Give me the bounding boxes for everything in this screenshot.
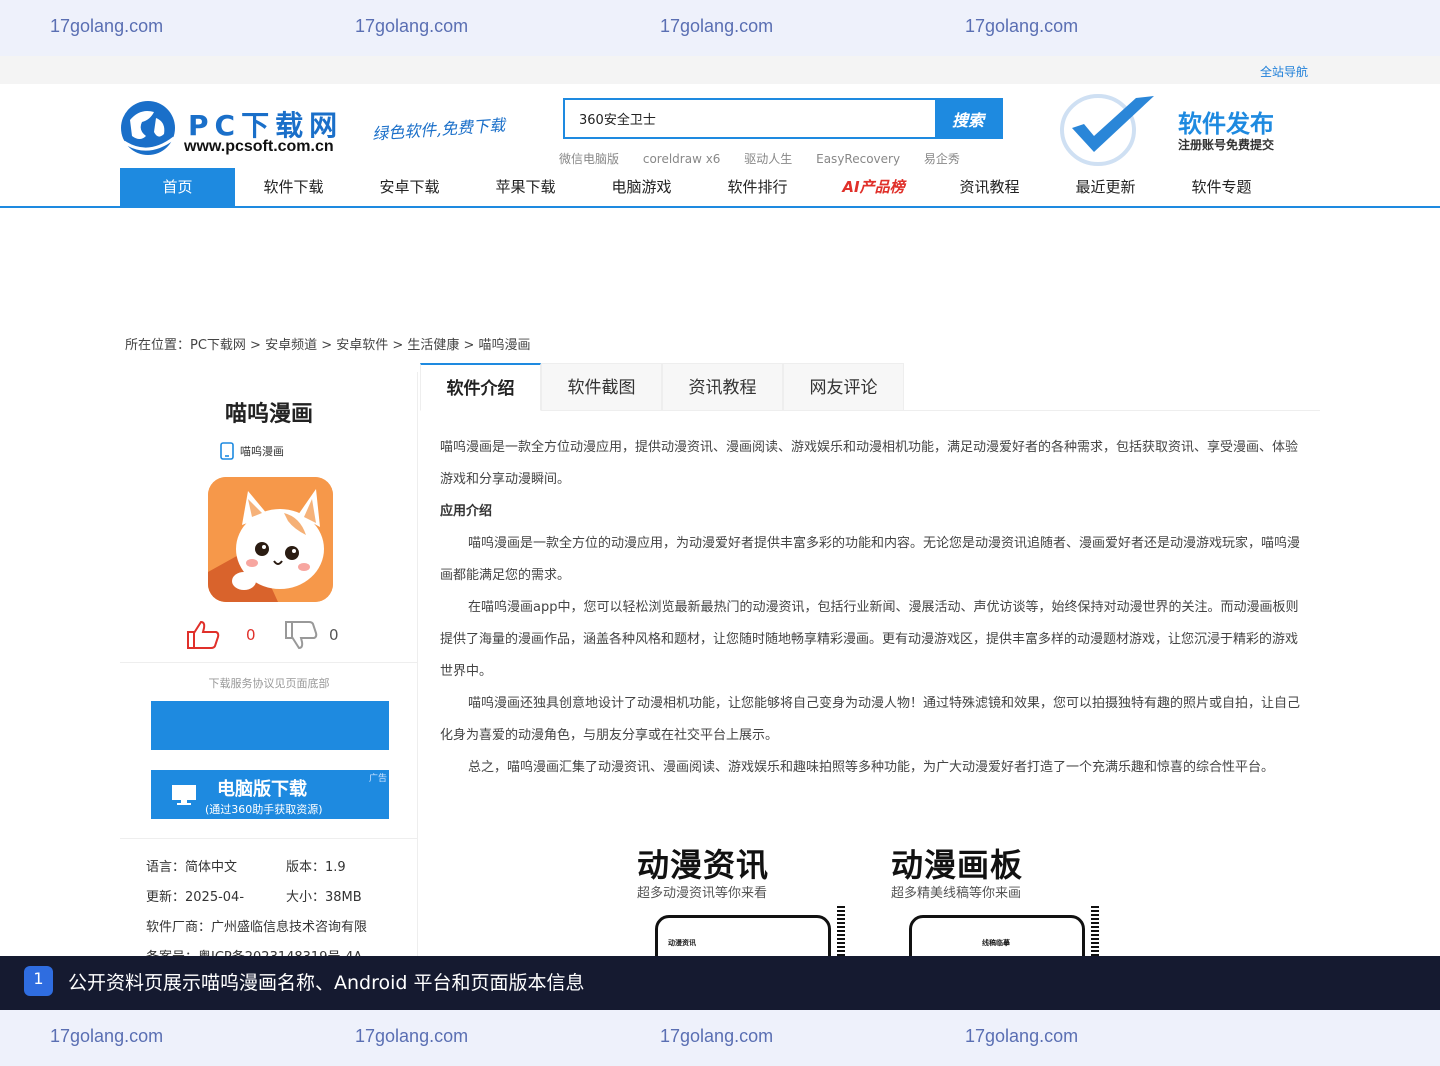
watermark-text: 17golang.com — [660, 1026, 774, 1046]
phone-screen-label: 动漫资讯 — [668, 939, 696, 947]
hot-word-link[interactable]: 驱动人生 — [744, 152, 792, 166]
tab-comments[interactable]: 网友评论 — [783, 363, 904, 411]
promo-title: 软件发布 — [1178, 110, 1274, 138]
tab-software-intro[interactable]: 软件介绍 — [420, 363, 541, 411]
download-agreement-note[interactable]: 下载服务协议见页面底部 — [120, 675, 418, 691]
watermark-bar-bottom: 17golang.com 17golang.com 17golang.com 1… — [0, 1010, 1440, 1066]
nav-android-download[interactable]: 安卓下载 — [352, 168, 467, 206]
hot-word-link[interactable]: EasyRecovery — [816, 152, 900, 166]
vote-area: 0 0 — [186, 620, 386, 652]
watermark-bar-top: 17golang.com 17golang.com 17golang.com 1… — [0, 0, 1440, 56]
search-input[interactable] — [565, 100, 935, 137]
top-strip: 全站导航 — [0, 56, 1440, 84]
nav-home[interactable]: 首页 — [120, 168, 235, 206]
nav-news-tutorials[interactable]: 资讯教程 — [932, 168, 1047, 206]
like-count: 0 — [246, 626, 256, 644]
watermark-text: 17golang.com — [50, 16, 164, 36]
nav-apple-download[interactable]: 苹果下载 — [468, 168, 583, 206]
screenshot-title: 动漫资讯 — [637, 846, 770, 884]
app-title: 喵呜漫画 — [224, 402, 313, 427]
screenshot-subtitle: 超多精美线稿等你来画 — [891, 886, 1022, 901]
thumbs-down-icon[interactable] — [284, 620, 318, 650]
dislike-count: 0 — [329, 626, 339, 644]
watermark-text: 17golang.com — [965, 1026, 1079, 1046]
phone-mockup: 动漫资讯 — [655, 915, 831, 956]
watermark-text: 17golang.com — [50, 1026, 164, 1046]
pc-download-sublabel: (通过360助手获取资源) — [205, 803, 323, 816]
android-phone-icon — [220, 442, 234, 460]
hot-word-link[interactable]: 微信电脑版 — [559, 152, 619, 166]
intro-paragraph: 喵呜漫画是一款全方位动漫应用，提供动漫资讯、漫画阅读、游戏娱乐和动漫相机功能，满… — [440, 440, 1299, 487]
nav-pc-games[interactable]: 电脑游戏 — [584, 168, 699, 206]
search-box: 搜索 — [563, 98, 1003, 139]
screenshot-card[interactable]: 动漫画板 超多精美线稿等你来画 线稿临摹 — [891, 840, 1121, 956]
description-paragraph: 喵呜漫画还独具创意地设计了动漫相机功能，让您能够将自己变身为动漫人物！通过特殊滤… — [440, 696, 1301, 743]
search-button[interactable]: 搜索 — [935, 100, 1001, 137]
site-header: PC下载网 www.pcsoft.com.cn 绿色软件,免费下载 搜索 微信电… — [0, 84, 1440, 168]
pc-download-label: 电脑版下载 — [217, 779, 307, 800]
checkmark-icon — [1060, 94, 1154, 166]
pc-download-button[interactable]: 电脑版下载 (通过360助手获取资源) 广告 — [151, 770, 389, 819]
watermark-text: 17golang.com — [965, 16, 1079, 36]
description-paragraph: 在喵呜漫画app中，您可以轻松浏览最新最热门的动漫资讯，包括行业新闻、漫展活动、… — [440, 600, 1299, 679]
nav-recent-updates[interactable]: 最近更新 — [1048, 168, 1163, 206]
software-publish-promo[interactable]: 软件发布 注册账号免费提交 — [1058, 90, 1318, 170]
logo-url: www.pcsoft.com.cn — [184, 138, 334, 155]
hot-word-link[interactable]: coreldraw x6 — [643, 152, 721, 166]
promo-subtitle: 注册账号免费提交 — [1178, 138, 1275, 152]
decorative-stripes — [1091, 904, 1099, 956]
caption-bar: 1 公开资料页展示喵呜漫画名称、Android 平台和页面版本信息 — [0, 956, 1440, 1010]
hot-words: 微信电脑版 coreldraw x6 驱动人生 EasyRecovery 易企秀 — [559, 150, 980, 167]
phone-screen-label: 线稿临摹 — [982, 939, 1010, 947]
caption-number-badge: 1 — [24, 966, 53, 996]
platform-label: 喵呜漫画 — [220, 442, 284, 460]
site-nav-link[interactable]: 全站导航 — [1260, 63, 1308, 80]
software-description: 喵呜漫画是一款全方位动漫应用，提供动漫资讯、漫画阅读、游戏娱乐和动漫相机功能，满… — [440, 432, 1300, 784]
nav-software-download[interactable]: 软件下载 — [236, 168, 351, 206]
globe-logo-icon[interactable] — [120, 98, 176, 160]
info-language: 语言：简体中文 — [146, 860, 238, 875]
cat-mascot-icon — [208, 477, 333, 602]
phone-mockup: 线稿临摹 — [909, 915, 1085, 956]
divider — [120, 838, 418, 839]
info-size: 大小：38MB — [286, 890, 362, 905]
watermark-text: 17golang.com — [355, 1026, 469, 1046]
screenshot-subtitle: 超多动漫资讯等你来看 — [637, 886, 768, 901]
nav-ai-products[interactable]: AI产品榜 — [816, 168, 931, 206]
ad-label: 广告 — [368, 774, 387, 784]
platform-text: 喵呜漫画 — [240, 445, 284, 458]
screenshot-title: 动漫画板 — [891, 846, 1024, 884]
info-updated: 更新：2025-04- — [146, 890, 245, 905]
tab-screenshots[interactable]: 软件截图 — [541, 363, 662, 411]
tab-news-tutorials[interactable]: 资讯教程 — [662, 363, 783, 411]
description-paragraph: 总之，喵呜漫画汇集了动漫资讯、漫画阅读、游戏娱乐和趣味拍照等多种功能，为广大动漫… — [468, 760, 1275, 775]
screenshot-card[interactable]: 动漫资讯 超多动漫资讯等你来看 动漫资讯 — [637, 840, 867, 956]
description-paragraph: 喵呜漫画是一款全方位的动漫应用，为动漫爱好者提供丰富多彩的功能和内容。无论您是动… — [440, 536, 1301, 583]
section-heading: 应用介绍 — [440, 504, 493, 519]
app-sidebar: 喵呜漫画 喵呜漫画 0 0 下载服务协议见页面底部 电脑版下载 (通过360助手… — [120, 372, 418, 965]
detail-tabs: 软件介绍 软件截图 资讯教程 网友评论 — [420, 363, 1320, 411]
nav-software-ranking[interactable]: 软件排行 — [700, 168, 815, 206]
nav-software-topics[interactable]: 软件专题 — [1164, 168, 1279, 206]
watermark-text: 17golang.com — [660, 16, 774, 36]
watermark-text: 17golang.com — [355, 16, 469, 36]
info-vendor: 软件厂商：广州盛临信息技术咨询有限 — [146, 920, 368, 935]
download-button[interactable] — [151, 701, 389, 750]
main-nav: 首页 软件下载 安卓下载 苹果下载 电脑游戏 软件排行 AI产品榜 资讯教程 最… — [0, 168, 1440, 208]
app-icon — [208, 477, 333, 602]
slogan: 绿色软件,免费下载 — [371, 115, 506, 144]
decorative-stripes — [837, 904, 845, 956]
info-version: 版本：1.9 — [286, 860, 346, 875]
thumbs-up-icon[interactable] — [186, 620, 220, 650]
caption-text: 公开资料页展示喵呜漫画名称、Android 平台和页面版本信息 — [68, 972, 585, 994]
hot-word-link[interactable]: 易企秀 — [924, 152, 960, 166]
monitor-icon — [172, 785, 196, 805]
divider — [120, 662, 418, 663]
breadcrumb[interactable]: 所在位置：PC下载网 > 安卓频道 > 安卓软件 > 生活健康 > 喵呜漫画 — [125, 334, 531, 353]
